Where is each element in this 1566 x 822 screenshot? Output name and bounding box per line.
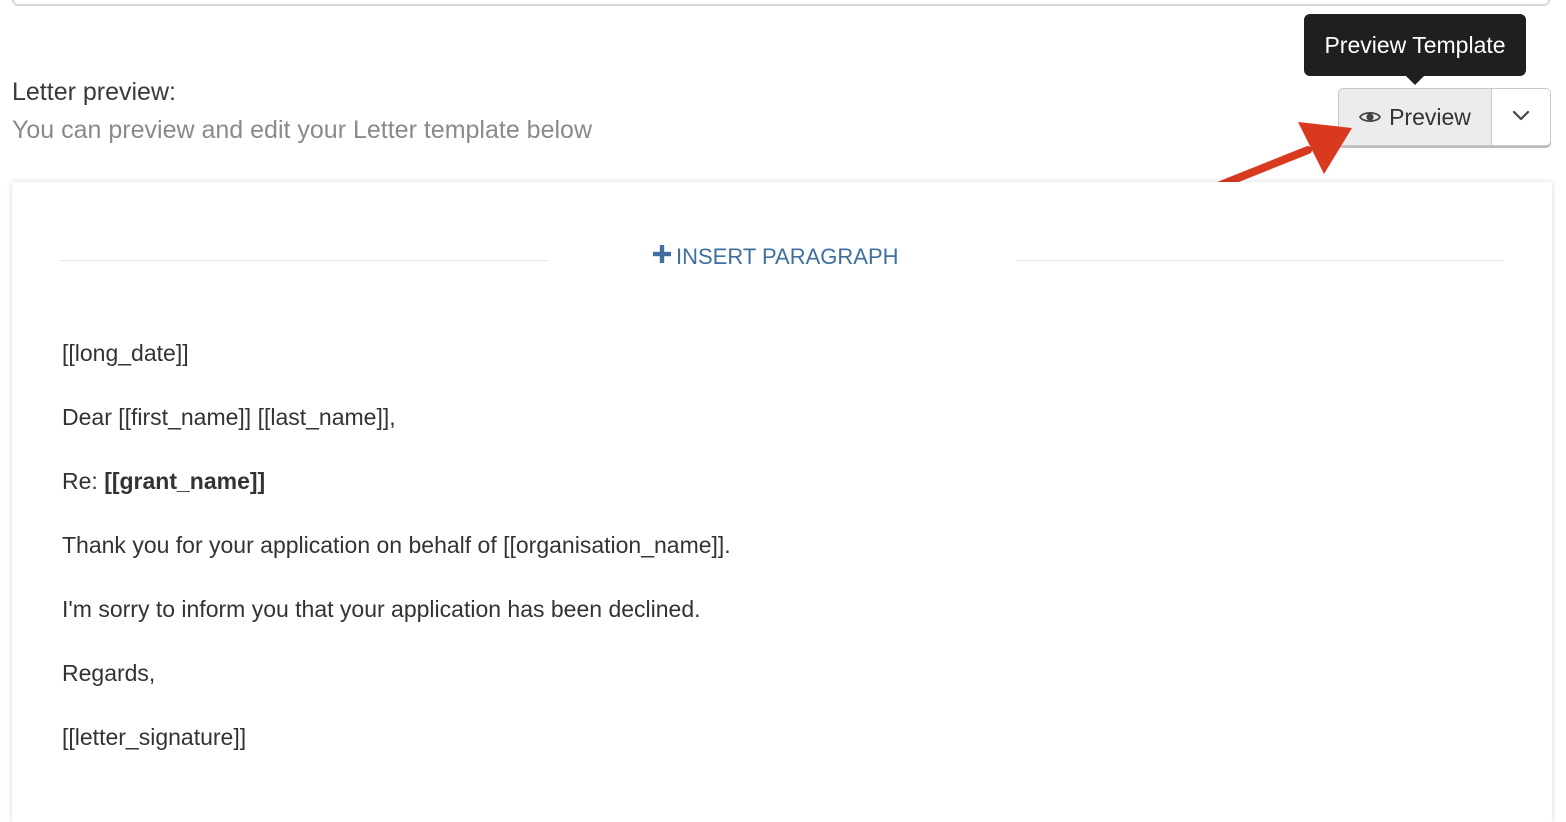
section-subtitle: You can preview and edit your Letter tem… [12,116,592,144]
divider-left [60,260,548,261]
letter-declined-line: I'm sorry to inform you that your applic… [62,596,701,622]
preview-button[interactable]: Preview [1339,89,1492,145]
letter-re-prefix: Re: [62,468,105,494]
preview-dropdown-toggle[interactable] [1492,89,1550,145]
letter-re-line: Re: [[grant_name]] [62,465,731,529]
preview-tooltip: Preview Template [1304,14,1526,85]
divider-right [1016,260,1504,261]
top-input-edge [12,0,1550,6]
letter-greeting-line: Dear [[first_name]] [[last_name]], [62,404,396,430]
eye-icon [1359,104,1382,131]
letter-date-line: [[long_date]] [62,340,189,366]
letter-signature-line: [[letter_signature]] [62,724,247,750]
letter-regards-line: Regards, [62,660,156,686]
chevron-down-icon [1512,110,1530,125]
letter-editor-card: INSERT PARAGRAPH [[long_date]] Dear [[fi… [12,182,1552,822]
preview-button-group: Preview [1338,88,1551,146]
plus-icon [652,244,672,270]
letter-thanks-line: Thank you for your application on behalf… [62,532,731,558]
letter-body[interactable]: [[long_date]] Dear [[first_name]] [[last… [62,337,731,785]
section-title: Letter preview: [12,78,176,106]
letter-re-value: [[grant_name]] [104,468,266,494]
insert-paragraph-label: INSERT PARAGRAPH [676,244,899,269]
insert-paragraph-button[interactable]: INSERT PARAGRAPH [652,244,899,270]
preview-button-label: Preview [1389,103,1471,130]
tooltip-text: Preview Template [1324,31,1506,58]
